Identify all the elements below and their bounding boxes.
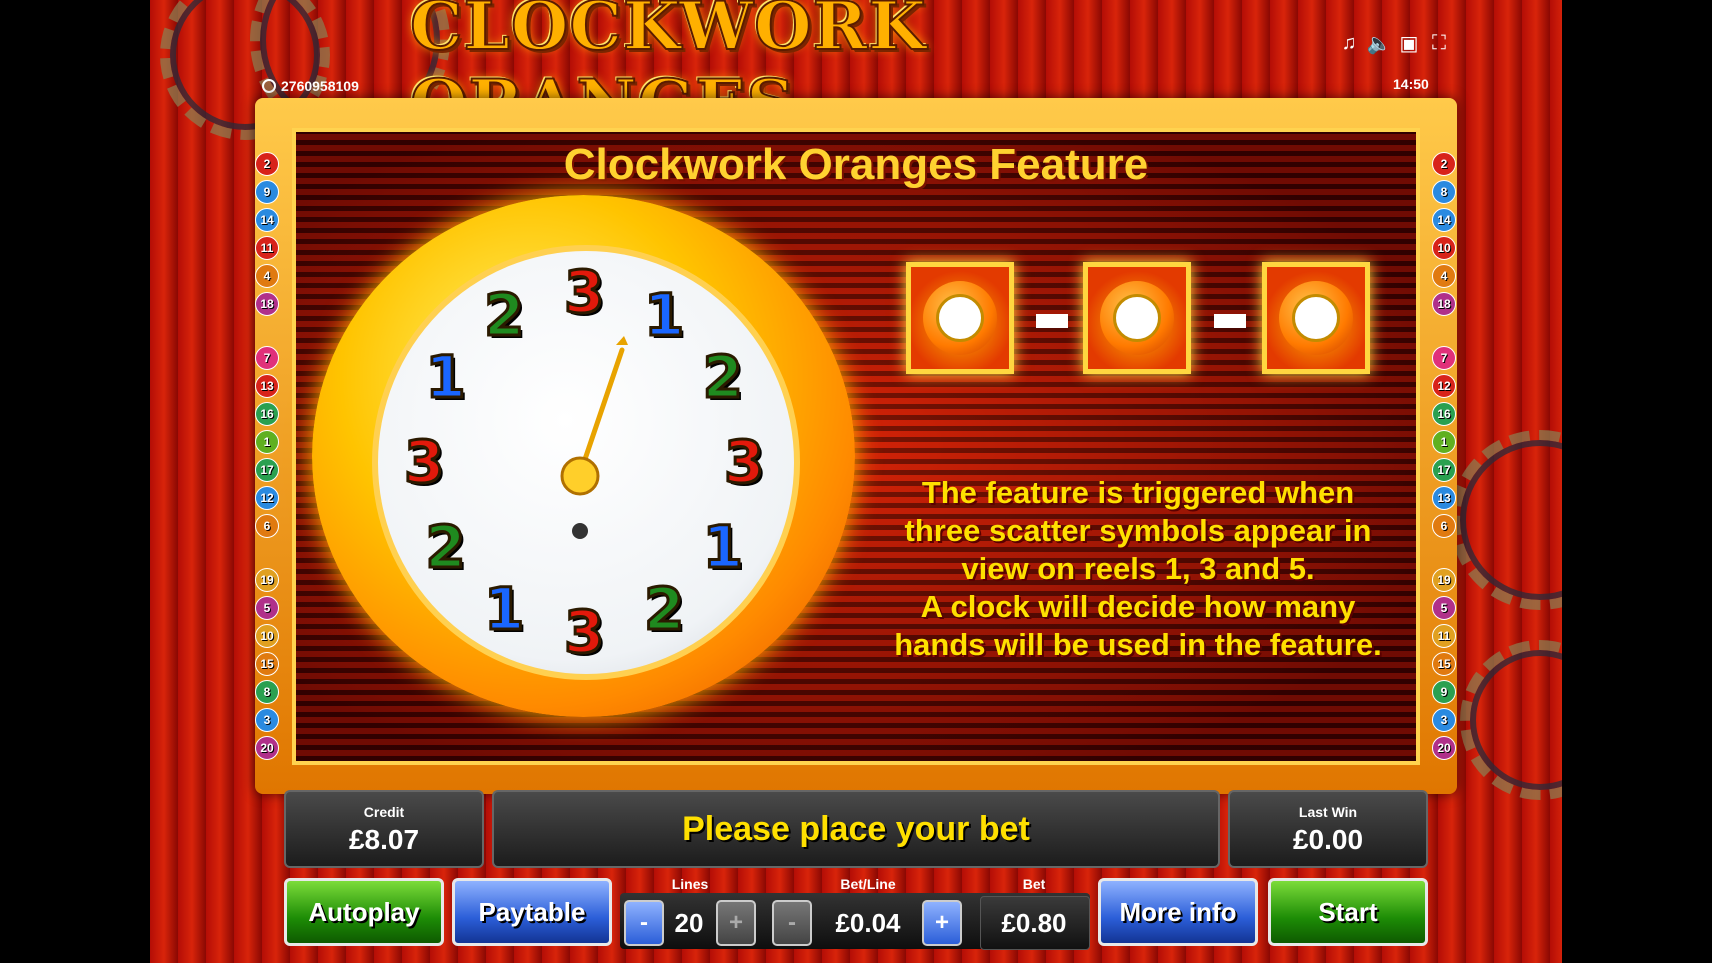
line-marker: 13 (1432, 486, 1456, 510)
orange-clock-icon (1100, 281, 1174, 355)
clock-numeral: 3 (402, 427, 445, 498)
line-marker: 16 (1432, 402, 1456, 426)
speaker-icon[interactable]: 🔈 (1367, 32, 1392, 55)
line-marker: 6 (255, 514, 279, 538)
game-logo: CLOCKWORK ORANGES (409, 0, 927, 144)
line-marker: 18 (255, 292, 279, 316)
clock-time: 14:50 (1393, 76, 1429, 92)
line-marker: 10 (1432, 236, 1456, 260)
line-marker: 13 (255, 374, 279, 398)
credit-label: Credit (363, 804, 405, 820)
clock-numeral: 1 (482, 574, 525, 645)
line-marker: 20 (255, 736, 279, 760)
gear-decoration (1450, 430, 1562, 610)
line-marker: 15 (1432, 652, 1456, 676)
gear-decoration (1460, 640, 1562, 800)
last-win-box: Last Win £0.00 (1228, 790, 1428, 868)
line-marker: 17 (1432, 458, 1456, 482)
line-marker: 14 (255, 208, 279, 232)
betline-label: Bet/Line (840, 876, 896, 892)
ticket-icon (262, 79, 276, 93)
last-win-label: Last Win (1298, 804, 1358, 820)
line-marker: 9 (1432, 680, 1456, 704)
more-info-button[interactable]: More info (1098, 878, 1258, 946)
window-icon[interactable]: ▣ (1398, 32, 1420, 55)
orange-clock-icon (1279, 281, 1353, 355)
line-marker: 14 (1432, 208, 1456, 232)
right-line-markers: 2 8 14 10 4 18 7 12 16 1 17 13 6 19 5 11 15 9 3 20 (1432, 152, 1456, 764)
music-icon[interactable]: ♫ (1338, 32, 1360, 54)
line-marker: 5 (1432, 596, 1456, 620)
line-marker: 16 (255, 402, 279, 426)
clock-numeral: 1 (424, 342, 467, 413)
credit-value: £8.07 (348, 824, 420, 855)
status-message: Please place your bet (682, 809, 1030, 848)
lines-value: 20 (674, 907, 704, 938)
left-line-markers: 2 9 14 11 4 18 7 13 16 1 17 12 6 19 5 10 15 8 3 20 (255, 152, 279, 764)
orange-clock-icon (923, 281, 997, 355)
line-marker: 17 (255, 458, 279, 482)
clock-numeral: 2 (642, 574, 685, 645)
line-marker: 11 (1432, 624, 1456, 648)
lines-increase-button[interactable]: + (716, 900, 756, 946)
line-marker: 3 (1432, 708, 1456, 732)
line-marker: 8 (255, 680, 279, 704)
separator-dash (1214, 314, 1246, 328)
paytable-button[interactable]: Paytable (452, 878, 612, 946)
ticket-number: 2760958109 (281, 78, 359, 94)
clock-numeral: 1 (642, 279, 685, 350)
line-marker: 6 (1432, 514, 1456, 538)
credit-box: Credit £8.07 (284, 790, 484, 868)
clock-numeral: 3 (562, 597, 605, 668)
clock-numeral: 1 (701, 512, 744, 583)
top-icon-bar: ♫ 🔈 ▣ ⛶ (1338, 32, 1450, 55)
lines-label: Lines (671, 876, 709, 892)
line-marker: 15 (255, 652, 279, 676)
description-line: A clock will decide how many (920, 589, 1356, 624)
lines-decrease-button[interactable]: - (624, 900, 664, 946)
line-marker: 1 (1432, 430, 1456, 454)
betline-increase-button[interactable]: + (922, 900, 962, 946)
scatter-symbol-3 (1262, 262, 1370, 374)
line-marker: 19 (255, 568, 279, 592)
line-marker: 12 (1432, 374, 1456, 398)
betline-value: £0.04 (835, 907, 901, 938)
line-marker: 1 (255, 430, 279, 454)
betline-decrease-button[interactable]: - (772, 900, 812, 946)
bet-label: Bet (1022, 876, 1046, 892)
line-marker: 11 (255, 236, 279, 260)
last-win-value: £0.00 (1292, 824, 1364, 855)
feature-title: Clockwork Oranges Feature (563, 140, 1149, 189)
clock-numeral: 3 (722, 427, 765, 498)
line-marker: 12 (255, 486, 279, 510)
message-box: Please place your bet (492, 790, 1220, 868)
line-marker: 19 (1432, 568, 1456, 592)
description-line: hands will be used in the feature. (894, 627, 1382, 662)
description-line: three scatter symbols appear in (904, 513, 1372, 548)
description-line: The feature is triggered when (921, 475, 1355, 510)
line-marker: 20 (1432, 736, 1456, 760)
fullscreen-icon[interactable]: ⛶ (1428, 32, 1450, 54)
line-marker: 3 (255, 708, 279, 732)
line-marker: 7 (255, 346, 279, 370)
clock-numeral: 2 (701, 342, 744, 413)
clock-numeral: 2 (482, 279, 525, 350)
separator-dash (1036, 314, 1068, 328)
feature-description: The feature is triggered when three scat… (848, 474, 1428, 664)
line-marker: 10 (255, 624, 279, 648)
scatter-symbol-1 (906, 262, 1014, 374)
bet-value: £0.80 (1001, 907, 1067, 938)
line-marker: 4 (1432, 264, 1456, 288)
line-marker: 4 (255, 264, 279, 288)
clock-numeral: 3 (562, 257, 605, 328)
line-marker: 18 (1432, 292, 1456, 316)
autoplay-button[interactable]: Autoplay (284, 878, 444, 946)
scatter-symbol-2 (1083, 262, 1191, 374)
ticket-id: 2760958109 (262, 78, 359, 94)
start-button[interactable]: Start (1268, 878, 1428, 946)
clock-numeral: 2 (424, 512, 467, 583)
description-line: view on reels 1, 3 and 5. (961, 551, 1315, 586)
line-marker: 5 (255, 596, 279, 620)
line-marker: 7 (1432, 346, 1456, 370)
